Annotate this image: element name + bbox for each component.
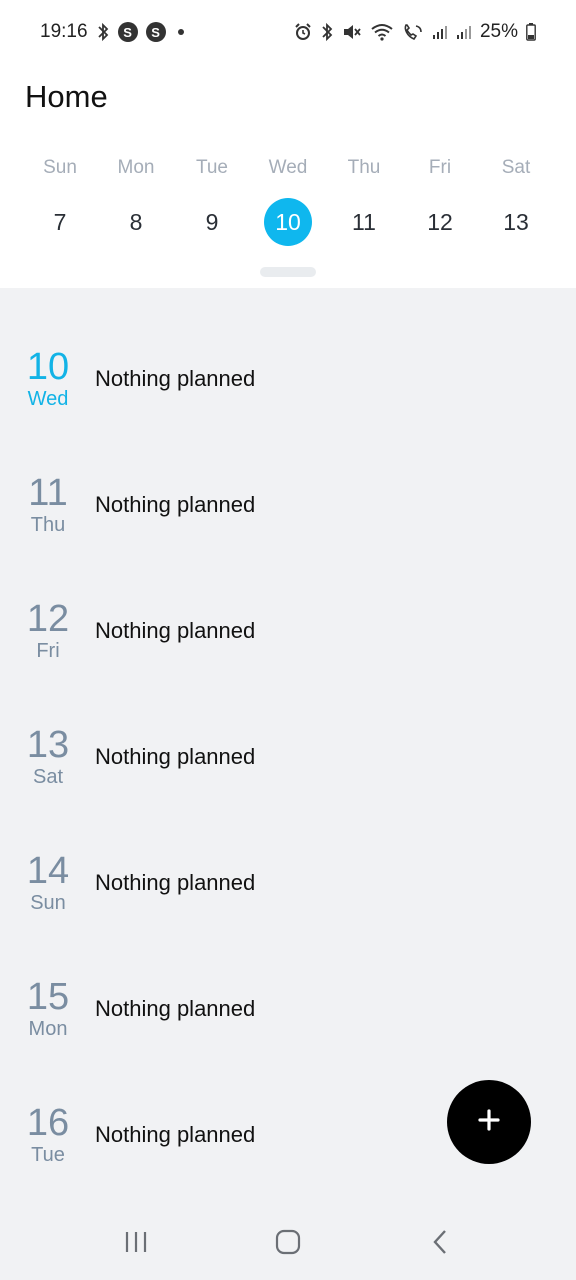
agenda-row[interactable]: 11 Thu Nothing planned	[0, 455, 576, 555]
agenda-row[interactable]: 15 Mon Nothing planned	[0, 959, 576, 1059]
week-dayname: Sat	[501, 157, 531, 178]
app-header: Home	[0, 64, 576, 130]
week-day-sun[interactable]: Sun 7	[22, 152, 98, 246]
page-title: Home	[25, 79, 108, 114]
week-strip: Sun 7 Mon 8 Tue 9 Wed 10 Thu 11 Fri 12 S…	[0, 130, 576, 288]
row-day-number: 12	[26, 598, 70, 640]
week-date[interactable]: 9	[188, 198, 236, 246]
add-event-button[interactable]	[447, 1080, 531, 1164]
back-button[interactable]	[400, 1214, 480, 1274]
row-day-number: 10	[26, 346, 70, 388]
week-day-fri[interactable]: Fri 12	[402, 152, 478, 246]
week-date[interactable]: 7	[36, 198, 84, 246]
s-badge-icon: S	[117, 22, 138, 42]
row-day-name: Fri	[36, 640, 60, 662]
week-date[interactable]: 11	[340, 198, 388, 246]
row-status-text: Nothing planned	[95, 744, 256, 769]
row-day-name: Sun	[30, 892, 66, 914]
week-dayname: Tue	[195, 157, 229, 178]
week-day-thu[interactable]: Thu 11	[326, 152, 402, 246]
bluetooth-icon	[320, 22, 334, 42]
home-button[interactable]	[248, 1214, 328, 1274]
row-status-text: Nothing planned	[95, 618, 256, 643]
row-day-name: Tue	[31, 1144, 65, 1166]
week-dayname: Thu	[347, 157, 381, 178]
wifi-icon	[370, 23, 394, 41]
recent-apps-button[interactable]	[96, 1214, 176, 1274]
s-badge-icon: S	[145, 22, 166, 42]
week-day-tue[interactable]: Tue 9	[174, 152, 250, 246]
notification-dot-icon	[177, 29, 184, 35]
row-date: 15 Mon	[0, 977, 95, 1041]
row-day-number: 16	[26, 1102, 70, 1144]
week-date-selected[interactable]: 10	[264, 198, 312, 246]
signal-icon	[432, 24, 448, 40]
row-day-name: Thu	[30, 514, 66, 536]
clock: 19:16	[40, 21, 88, 42]
agenda-list: 10 Wed Nothing planned 11 Thu Nothing pl…	[0, 288, 576, 1208]
expand-handle[interactable]	[260, 267, 316, 277]
row-status-text: Nothing planned	[95, 492, 256, 517]
row-status-text: Nothing planned	[95, 996, 256, 1021]
row-status-text: Nothing planned	[95, 366, 256, 391]
status-left: 19:16 S S	[40, 21, 184, 43]
row-date: 14 Sun	[0, 851, 95, 915]
row-day-number: 13	[26, 724, 70, 766]
row-date: 13 Sat	[0, 725, 95, 789]
row-date: 11 Thu	[0, 473, 95, 537]
back-icon	[432, 1229, 448, 1260]
row-date: 16 Tue	[0, 1103, 95, 1167]
recent-apps-icon	[123, 1230, 149, 1259]
week-day-sat[interactable]: Sat 13	[478, 152, 554, 246]
status-right: 25%	[294, 21, 536, 43]
week-day-wed[interactable]: Wed 10	[250, 152, 326, 246]
row-day-number: 15	[26, 976, 70, 1018]
battery-icon	[526, 23, 536, 41]
row-date: 10 Wed	[0, 347, 95, 411]
week-date[interactable]: 8	[112, 198, 160, 246]
agenda-row[interactable]: 10 Wed Nothing planned	[0, 329, 576, 429]
row-status-text: Nothing planned	[95, 870, 256, 895]
system-nav-bar	[0, 1208, 576, 1280]
row-day-name: Wed	[27, 388, 69, 410]
agenda-row[interactable]: 12 Fri Nothing planned	[0, 581, 576, 681]
signal-icon	[456, 24, 472, 40]
row-day-name: Sat	[32, 766, 64, 788]
row-day-number: 14	[26, 850, 70, 892]
week-dayname: Mon	[117, 157, 155, 178]
plus-icon	[478, 1108, 500, 1136]
agenda-row[interactable]: 13 Sat Nothing planned	[0, 707, 576, 807]
week-date[interactable]: 12	[416, 198, 464, 246]
row-date: 12 Fri	[0, 599, 95, 663]
call-icon	[402, 23, 424, 41]
alarm-icon	[294, 23, 312, 41]
battery-percent: 25%	[479, 21, 518, 42]
week-days: Sun 7 Mon 8 Tue 9 Wed 10 Thu 11 Fri 12 S…	[22, 152, 554, 246]
home-icon	[275, 1229, 301, 1260]
row-day-name: Mon	[28, 1018, 68, 1040]
week-dayname: Sun	[43, 157, 77, 178]
status-bar: 19:16 S S 25%	[0, 0, 576, 64]
week-dayname: Wed	[268, 157, 308, 178]
week-dayname: Fri	[428, 157, 452, 178]
row-day-number: 11	[28, 472, 68, 514]
agenda-row[interactable]: 14 Sun Nothing planned	[0, 833, 576, 933]
row-status-text: Nothing planned	[95, 1122, 256, 1147]
week-day-mon[interactable]: Mon 8	[98, 152, 174, 246]
bluetooth-icon	[96, 22, 110, 42]
mute-icon	[342, 23, 362, 41]
week-date[interactable]: 13	[492, 198, 540, 246]
